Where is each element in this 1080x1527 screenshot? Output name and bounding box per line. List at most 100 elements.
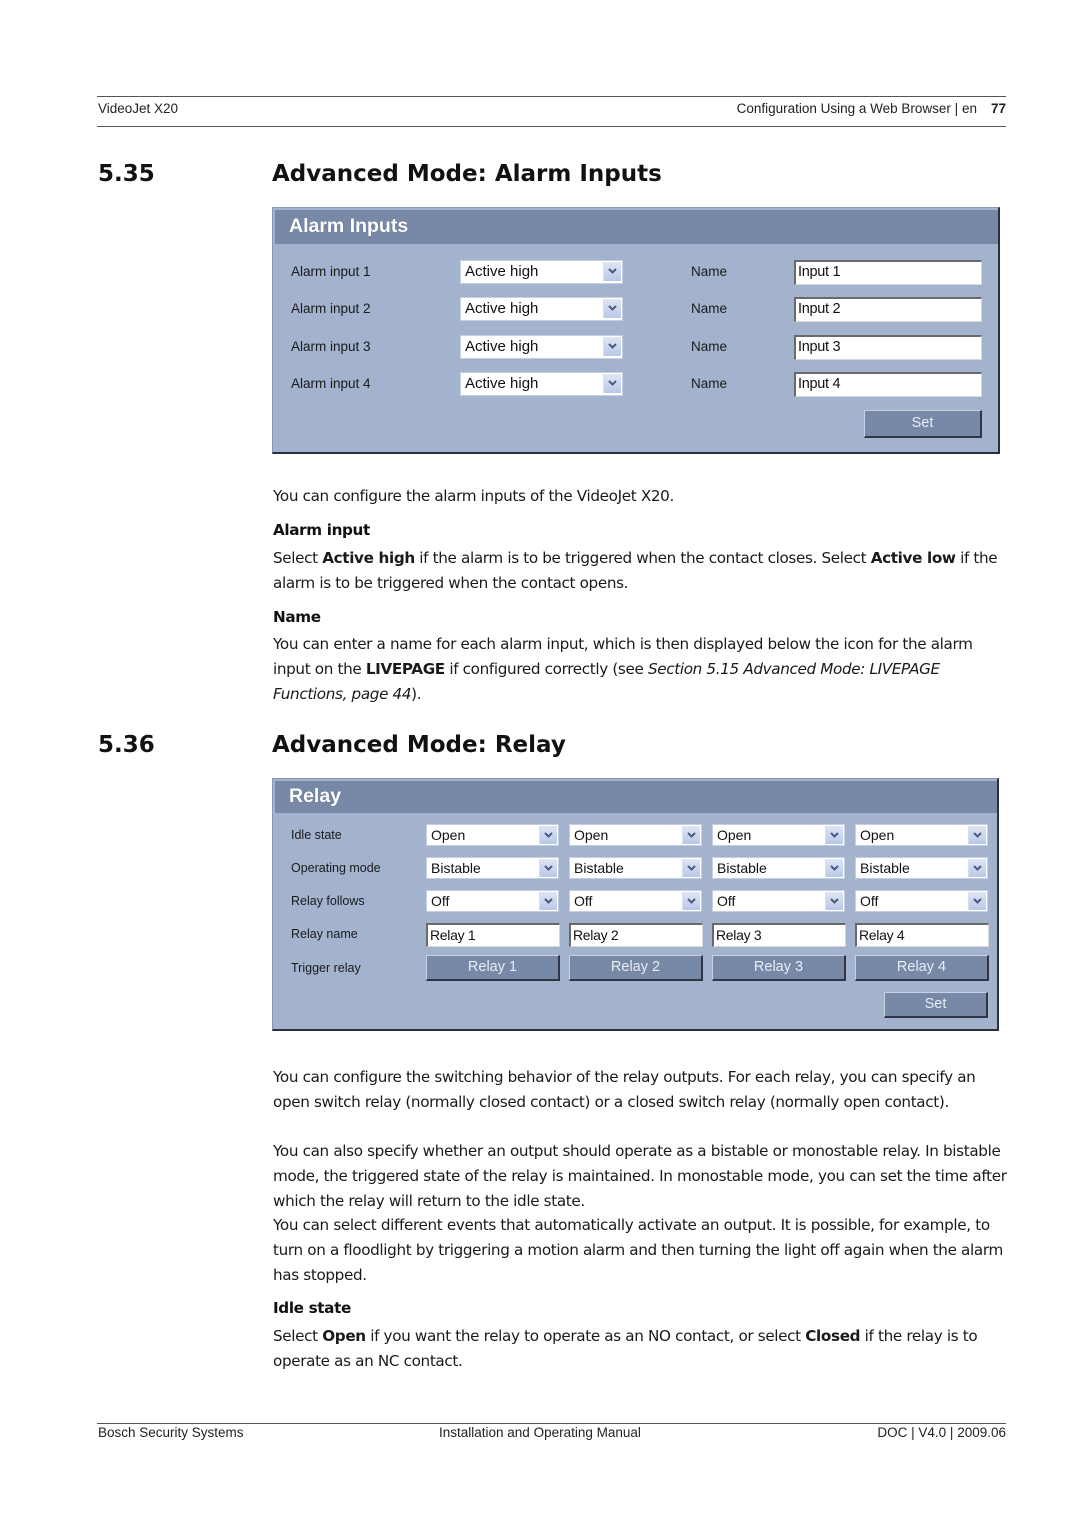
relay-set-button[interactable]: Set	[884, 992, 988, 1018]
chevron-down-icon[interactable]	[968, 892, 986, 910]
chevron-down-icon[interactable]	[539, 826, 557, 844]
footer-rule	[97, 1423, 1006, 1424]
relay-name-value: Relay 3	[716, 927, 762, 943]
chevron-down-icon[interactable]	[825, 892, 843, 910]
alarm-input-label: Alarm input 1	[291, 264, 371, 279]
footer-company: Bosch Security Systems	[98, 1425, 244, 1440]
option-closed: Closed	[805, 1327, 861, 1345]
option-open: Open	[322, 1327, 366, 1345]
relay-follows-select[interactable]: Off	[426, 890, 559, 912]
select-value: Open	[860, 827, 895, 843]
alarm-input-label: Alarm input 3	[291, 339, 371, 354]
alarm-name-value: Input 2	[798, 301, 841, 317]
footer-manual: Installation and Operating Manual	[439, 1425, 641, 1440]
select-value: Open	[574, 827, 609, 843]
idle-state-description: Select Open if you want the relay to ope…	[273, 1324, 1008, 1374]
panel-title: Alarm Inputs	[289, 215, 409, 237]
header-chapter: Configuration Using a Web Browser | en 77	[737, 101, 1006, 116]
text: Select	[273, 1327, 323, 1345]
alarm-mode-select[interactable]: Active high	[460, 297, 623, 321]
chevron-down-icon[interactable]	[603, 299, 621, 318]
idle-state-select[interactable]: Open	[712, 824, 845, 846]
alarm-name-value: Input 1	[798, 264, 841, 280]
option-active-low: Active low	[870, 549, 956, 567]
operating-mode-select[interactable]: Bistable	[855, 857, 988, 879]
label-relay-name: Relay name	[291, 927, 358, 941]
chevron-down-icon[interactable]	[825, 859, 843, 877]
select-value: Off	[860, 893, 879, 909]
header-rule-top	[97, 96, 1006, 97]
relay-paragraph-1: You can configure the switching behavior…	[273, 1068, 976, 1111]
relay-follows-select[interactable]: Off	[855, 890, 988, 912]
relay-follows-select[interactable]: Off	[569, 890, 702, 912]
name-heading: Name	[273, 608, 321, 626]
operating-mode-select[interactable]: Bistable	[569, 857, 702, 879]
relay-follows-select[interactable]: Off	[712, 890, 845, 912]
relay-paragraph-2: You can also specify whether an output s…	[273, 1142, 1007, 1210]
alarm-input-description: Select Active high if the alarm is to be…	[273, 546, 1008, 596]
select-value: Open	[431, 827, 466, 843]
chevron-down-icon[interactable]	[682, 859, 700, 877]
select-value: Off	[574, 893, 593, 909]
operating-mode-select[interactable]: Bistable	[712, 857, 845, 879]
relay-name-input[interactable]: Relay 1	[426, 923, 560, 947]
alarm-mode-value: Active high	[465, 338, 539, 355]
label-idle-state: Idle state	[291, 828, 342, 842]
chevron-down-icon[interactable]	[968, 859, 986, 877]
relay-name-value: Relay 2	[573, 927, 619, 943]
alarm-name-value: Input 3	[798, 339, 841, 355]
idle-state-select[interactable]: Open	[855, 824, 988, 846]
select-value: Bistable	[574, 860, 624, 876]
alarm-intro: You can configure the alarm inputs of th…	[273, 487, 674, 505]
idle-state-select[interactable]: Open	[569, 824, 702, 846]
trigger-relay-button[interactable]: Relay 1	[426, 955, 560, 981]
alarm-name-input[interactable]: Input 4	[794, 372, 982, 397]
relay-paragraph-3: You can select different events that aut…	[273, 1216, 1003, 1284]
alarm-name-input[interactable]: Input 2	[794, 297, 982, 322]
panel-header: Alarm Inputs	[275, 210, 998, 244]
operating-mode-select[interactable]: Bistable	[426, 857, 559, 879]
alarm-mode-value: Active high	[465, 263, 539, 280]
name-label: Name	[691, 339, 728, 354]
label-trigger-relay: Trigger relay	[291, 961, 361, 975]
alarm-set-button[interactable]: Set	[864, 410, 982, 438]
select-value: Off	[717, 893, 736, 909]
chevron-down-icon[interactable]	[603, 262, 621, 281]
chevron-down-icon[interactable]	[603, 337, 621, 356]
alarm-mode-value: Active high	[465, 300, 539, 317]
chevron-down-icon[interactable]	[603, 374, 621, 393]
alarm-input-heading: Alarm input	[273, 521, 370, 539]
name-label: Name	[691, 264, 728, 279]
chevron-down-icon[interactable]	[682, 826, 700, 844]
relay-name-input[interactable]: Relay 3	[712, 923, 846, 947]
section-title: Advanced Mode: Alarm Inputs	[272, 161, 662, 187]
alarm-name-input[interactable]: Input 3	[794, 335, 982, 360]
select-value: Bistable	[431, 860, 481, 876]
chevron-down-icon[interactable]	[539, 859, 557, 877]
chevron-down-icon[interactable]	[682, 892, 700, 910]
option-active-high: Active high	[322, 549, 415, 567]
select-value: Open	[717, 827, 752, 843]
chevron-down-icon[interactable]	[825, 826, 843, 844]
trigger-relay-button[interactable]: Relay 2	[569, 955, 703, 981]
select-value: Bistable	[717, 860, 767, 876]
trigger-relay-button[interactable]: Relay 4	[855, 955, 989, 981]
alarm-name-value: Input 4	[798, 376, 841, 392]
label-operating-mode: Operating mode	[291, 861, 381, 875]
chevron-down-icon[interactable]	[539, 892, 557, 910]
relay-name-value: Relay 1	[430, 927, 476, 943]
alarm-mode-select[interactable]: Active high	[460, 335, 623, 359]
trigger-relay-button[interactable]: Relay 3	[712, 955, 846, 981]
header-rule-bottom	[97, 126, 1006, 127]
idle-state-select[interactable]: Open	[426, 824, 559, 846]
panel-header: Relay	[275, 781, 997, 813]
relay-name-input[interactable]: Relay 4	[855, 923, 989, 947]
panel-title: Relay	[289, 785, 342, 807]
alarm-name-input[interactable]: Input 1	[794, 260, 982, 285]
section-number: 5.36	[98, 732, 155, 758]
relay-name-input[interactable]: Relay 2	[569, 923, 703, 947]
alarm-mode-select[interactable]: Active high	[460, 260, 623, 284]
alarm-mode-select[interactable]: Active high	[460, 372, 623, 396]
page-number: 77	[990, 101, 1006, 116]
chevron-down-icon[interactable]	[968, 826, 986, 844]
